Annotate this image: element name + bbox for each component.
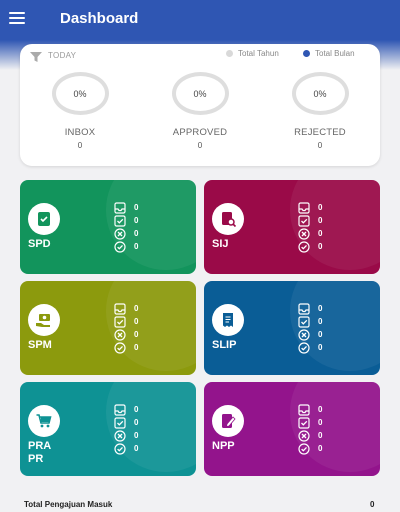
check-circle-icon xyxy=(298,240,310,253)
clipboard-check-icon xyxy=(28,203,60,235)
check-circle-icon xyxy=(114,240,126,253)
rejected-label: REJECTED xyxy=(294,127,346,138)
period-label[interactable]: TODAY xyxy=(48,51,76,60)
count-rejected: 0 xyxy=(134,229,139,238)
legend-total-bulan: Total Bulan xyxy=(303,49,355,58)
count-inbox: 0 xyxy=(134,203,139,212)
inbox-icon xyxy=(114,302,126,315)
rejected-count: 0 xyxy=(317,141,323,150)
approved-count: 0 xyxy=(197,141,203,150)
tile-label: SIJ xyxy=(212,238,229,250)
count-inbox: 0 xyxy=(318,405,323,414)
count-done: 0 xyxy=(318,343,323,352)
inbox-icon xyxy=(114,403,126,416)
legend-dot-tahun xyxy=(226,50,233,57)
rejected-icon xyxy=(114,227,126,240)
receipt-icon xyxy=(212,304,244,336)
rejected-icon xyxy=(298,429,310,442)
inbox-icon xyxy=(114,201,126,214)
rejected-icon xyxy=(298,328,310,341)
count-rejected: 0 xyxy=(134,431,139,440)
menu-icon[interactable] xyxy=(9,12,25,24)
stat-approved[interactable]: 0% APPROVED 0 xyxy=(160,72,240,150)
tile-counts: 0 0 0 0 xyxy=(298,302,322,354)
count-done: 0 xyxy=(318,242,323,251)
count-rejected: 0 xyxy=(318,229,323,238)
rejected-icon xyxy=(114,429,126,442)
count-rejected: 0 xyxy=(318,431,323,440)
approved-icon xyxy=(298,214,310,227)
approved-icon xyxy=(298,416,310,429)
count-approved: 0 xyxy=(134,418,139,427)
tile-slip[interactable]: SLIP 0 0 0 0 xyxy=(204,281,380,375)
rejected-icon xyxy=(114,328,126,341)
count-approved: 0 xyxy=(318,216,323,225)
count-inbox: 0 xyxy=(318,304,323,313)
inbox-label: INBOX xyxy=(64,127,96,138)
tile-counts: 0 0 0 0 xyxy=(114,403,138,455)
document-edit-icon xyxy=(212,405,244,437)
inbox-count: 0 xyxy=(77,141,83,150)
approved-icon xyxy=(114,315,126,328)
check-circle-icon xyxy=(114,442,126,455)
summary-card: TODAY Total Tahun Total Bulan 0% INBOX 0… xyxy=(20,44,380,166)
app-bar: Dashboard xyxy=(0,0,400,40)
tile-counts: 0 0 0 0 xyxy=(114,302,138,354)
money-hand-icon xyxy=(28,304,60,336)
count-rejected: 0 xyxy=(134,330,139,339)
count-done: 0 xyxy=(134,343,139,352)
total-submissions-value: 0 xyxy=(370,500,375,509)
inbox-icon xyxy=(298,201,310,214)
check-circle-icon xyxy=(114,341,126,354)
approved-icon xyxy=(114,416,126,429)
legend-total-tahun: Total Tahun xyxy=(226,49,279,58)
count-approved: 0 xyxy=(134,317,139,326)
approved-icon xyxy=(114,214,126,227)
tile-label: SPM xyxy=(28,339,52,351)
document-search-icon xyxy=(212,203,244,235)
tile-label: SPD xyxy=(28,238,51,250)
tile-sij[interactable]: SIJ 0 0 0 0 xyxy=(204,180,380,274)
count-approved: 0 xyxy=(318,418,323,427)
approved-progress-ring: 0% xyxy=(171,72,229,115)
legend-label-bulan: Total Bulan xyxy=(315,49,355,58)
legend-label-tahun: Total Tahun xyxy=(238,49,279,58)
tile-pra-pr[interactable]: PRA PR 0 0 0 0 xyxy=(20,382,196,476)
tile-counts: 0 0 0 0 xyxy=(298,201,322,253)
count-approved: 0 xyxy=(134,216,139,225)
tile-spd[interactable]: SPD 0 0 0 0 xyxy=(20,180,196,274)
stat-inbox[interactable]: 0% INBOX 0 xyxy=(40,72,120,150)
tile-counts: 0 0 0 0 xyxy=(298,403,322,455)
count-inbox: 0 xyxy=(134,405,139,414)
count-done: 0 xyxy=(134,242,139,251)
tile-label: PRA PR xyxy=(28,440,52,465)
count-inbox: 0 xyxy=(134,304,139,313)
check-circle-icon xyxy=(298,341,310,354)
count-rejected: 0 xyxy=(318,330,323,339)
inbox-icon xyxy=(298,302,310,315)
tile-label: NPP xyxy=(212,440,235,452)
count-done: 0 xyxy=(318,444,323,453)
approved-label: APPROVED xyxy=(172,127,228,138)
total-submissions-label: Total Pengajuan Masuk xyxy=(24,500,113,509)
count-done: 0 xyxy=(134,444,139,453)
legend-dot-bulan xyxy=(303,50,310,57)
rejected-progress-ring: 0% xyxy=(291,72,349,115)
stat-rejected[interactable]: 0% REJECTED 0 xyxy=(280,72,360,150)
approved-icon xyxy=(298,315,310,328)
rejected-icon xyxy=(298,227,310,240)
page-title: Dashboard xyxy=(60,10,139,27)
tile-spm[interactable]: SPM 0 0 0 0 xyxy=(20,281,196,375)
tile-label: SLIP xyxy=(212,339,237,351)
inbox-progress-ring: 0% xyxy=(51,72,109,115)
cart-icon xyxy=(28,405,60,437)
inbox-icon xyxy=(298,403,310,416)
filter-icon[interactable] xyxy=(30,51,42,63)
count-approved: 0 xyxy=(318,317,323,326)
count-inbox: 0 xyxy=(318,203,323,212)
tile-counts: 0 0 0 0 xyxy=(114,201,138,253)
check-circle-icon xyxy=(298,442,310,455)
tile-npp[interactable]: NPP 0 0 0 0 xyxy=(204,382,380,476)
